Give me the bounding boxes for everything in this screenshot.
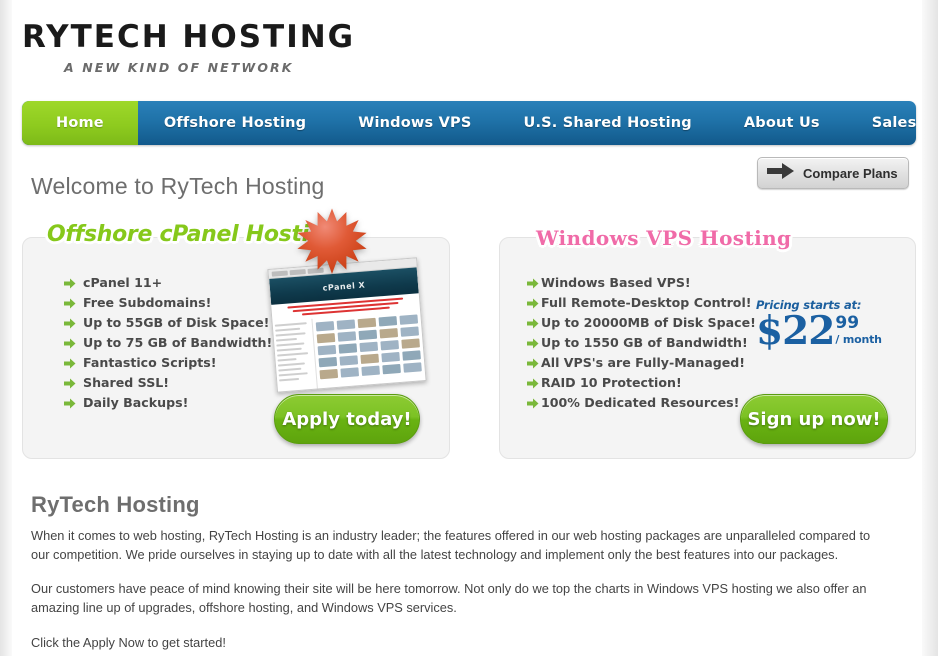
feature-label: Up to 1550 GB of Bandwidth! (541, 334, 748, 350)
list-item: Up to 1550 GB of Bandwidth! (527, 333, 756, 353)
feature-label: Windows Based VPS! (541, 274, 691, 290)
pricing-amount: $22 (756, 308, 835, 354)
green-arrow-bullet-icon (64, 338, 76, 349)
feature-label: Daily Backups! (83, 394, 189, 410)
compare-plans-button[interactable]: Compare Plans (757, 157, 909, 189)
nav-item-sales-support[interactable]: Sales/Support (846, 101, 916, 145)
nav-label: Sales/Support (871, 115, 916, 131)
feature-label: Up to 20000MB of Disk Space! (541, 314, 756, 330)
nav-label: Offshore Hosting (163, 115, 307, 131)
list-item: Windows Based VPS! (527, 273, 756, 293)
green-arrow-bullet-icon (64, 398, 76, 409)
list-item: 100% Dedicated Resources! (527, 393, 756, 413)
list-item: RAID 10 Protection! (527, 373, 756, 393)
feature-label: Up to 75 GB of Bandwidth! (83, 334, 273, 350)
green-arrow-bullet-icon (64, 298, 76, 309)
arrow-right-icon (767, 162, 795, 184)
nav-item-home[interactable]: Home (22, 101, 138, 145)
nav-item-windows-vps[interactable]: Windows VPS (332, 101, 497, 145)
list-item: Free Subdomains! (64, 293, 272, 313)
nav-item-offshore-hosting[interactable]: Offshore Hosting (138, 101, 332, 145)
feature-label: Full Remote-Desktop Control! (541, 294, 752, 310)
thumbnail-sidebar (272, 318, 319, 393)
logo-primary-text: RYTECH HOSTING (22, 19, 356, 55)
sign-up-now-label: Sign up now! (747, 408, 881, 430)
site-header: RYTECH HOSTING A NEW KIND OF NETWORK (0, 0, 938, 100)
content-heading: RyTech Hosting (31, 492, 200, 518)
pricing-cents: 99 (835, 313, 860, 333)
feature-label: RAID 10 Protection! (541, 374, 682, 390)
content-paragraph-2: Our customers have peace of mind knowing… (31, 580, 867, 615)
list-item: Fantastico Scripts! (64, 353, 272, 373)
nav-label: About Us (743, 115, 820, 131)
pricing-tail: 99 / month (835, 313, 882, 347)
feature-label: Up to 55GB of Disk Space! (83, 314, 270, 330)
sign-up-now-button[interactable]: Sign up now! (740, 394, 888, 444)
green-arrow-bullet-icon (64, 318, 76, 329)
logo-tagline: A NEW KIND OF NETWORK (64, 60, 294, 75)
green-arrow-bullet-icon (527, 278, 539, 289)
nav-label: Home (56, 115, 104, 131)
apply-today-label: Apply today! (282, 408, 412, 430)
feature-label: 100% Dedicated Resources! (541, 394, 740, 410)
list-item: Up to 20000MB of Disk Space! (527, 313, 756, 333)
green-arrow-bullet-icon (527, 358, 539, 369)
green-arrow-bullet-icon (527, 298, 539, 309)
list-item: Full Remote-Desktop Control! (527, 293, 756, 313)
green-arrow-bullet-icon (64, 278, 76, 289)
green-arrow-bullet-icon (527, 338, 539, 349)
list-item: Daily Backups! (64, 393, 272, 413)
green-arrow-bullet-icon (64, 358, 76, 369)
main-navigation: Home Offshore Hosting Windows VPS U.S. S… (22, 101, 916, 145)
nav-label: Windows VPS (358, 115, 472, 131)
green-arrow-bullet-icon (64, 378, 76, 389)
thumbnail-banner-label: cPanel X (322, 279, 366, 293)
feature-list-offshore: cPanel 11+ Free Subdomains! Up to 55GB o… (64, 273, 272, 413)
nav-item-about-us[interactable]: About Us (718, 101, 846, 145)
pricing-amount-row: $22 99 / month (756, 308, 882, 354)
site-logo[interactable]: RYTECH HOSTING A NEW KIND OF NETWORK (22, 19, 356, 76)
apply-today-button[interactable]: Apply today! (274, 394, 420, 444)
feature-label: Free Subdomains! (83, 294, 212, 310)
list-item: Shared SSL! (64, 373, 272, 393)
content-paragraph-3: Click the Apply Now to get started! (31, 634, 226, 650)
pricing-period: / month (835, 333, 882, 346)
feature-label: All VPS's are Fully-Managed! (541, 354, 746, 370)
list-item: Up to 55GB of Disk Space! (64, 313, 272, 333)
feature-label: Fantastico Scripts! (83, 354, 217, 370)
pricing-block: Pricing starts at: $22 99 / month (756, 298, 882, 354)
content-paragraph-1: When it comes to web hosting, RyTech Hos… (31, 527, 871, 562)
nav-item-us-shared-hosting[interactable]: U.S. Shared Hosting (497, 101, 717, 145)
feature-label: cPanel 11+ (83, 274, 163, 290)
list-item: Up to 75 GB of Bandwidth! (64, 333, 272, 353)
compare-plans-label: Compare Plans (803, 165, 898, 181)
list-item: cPanel 11+ (64, 273, 272, 293)
green-arrow-bullet-icon (527, 378, 539, 389)
green-arrow-bullet-icon (527, 398, 539, 409)
promo-title-windows-vps: Windows VPS Hosting (536, 226, 792, 250)
page-title: Welcome to RyTech Hosting (31, 173, 325, 200)
green-arrow-bullet-icon (527, 318, 539, 329)
thumbnail-body (272, 310, 427, 393)
starburst-badge (296, 207, 368, 279)
thumbnail-icon-grid (312, 310, 426, 392)
feature-label: Shared SSL! (83, 374, 170, 390)
feature-list-windows-vps: Windows Based VPS! Full Remote-Desktop C… (527, 273, 756, 413)
nav-label: U.S. Shared Hosting (523, 115, 692, 131)
list-item: All VPS's are Fully-Managed! (527, 353, 756, 373)
